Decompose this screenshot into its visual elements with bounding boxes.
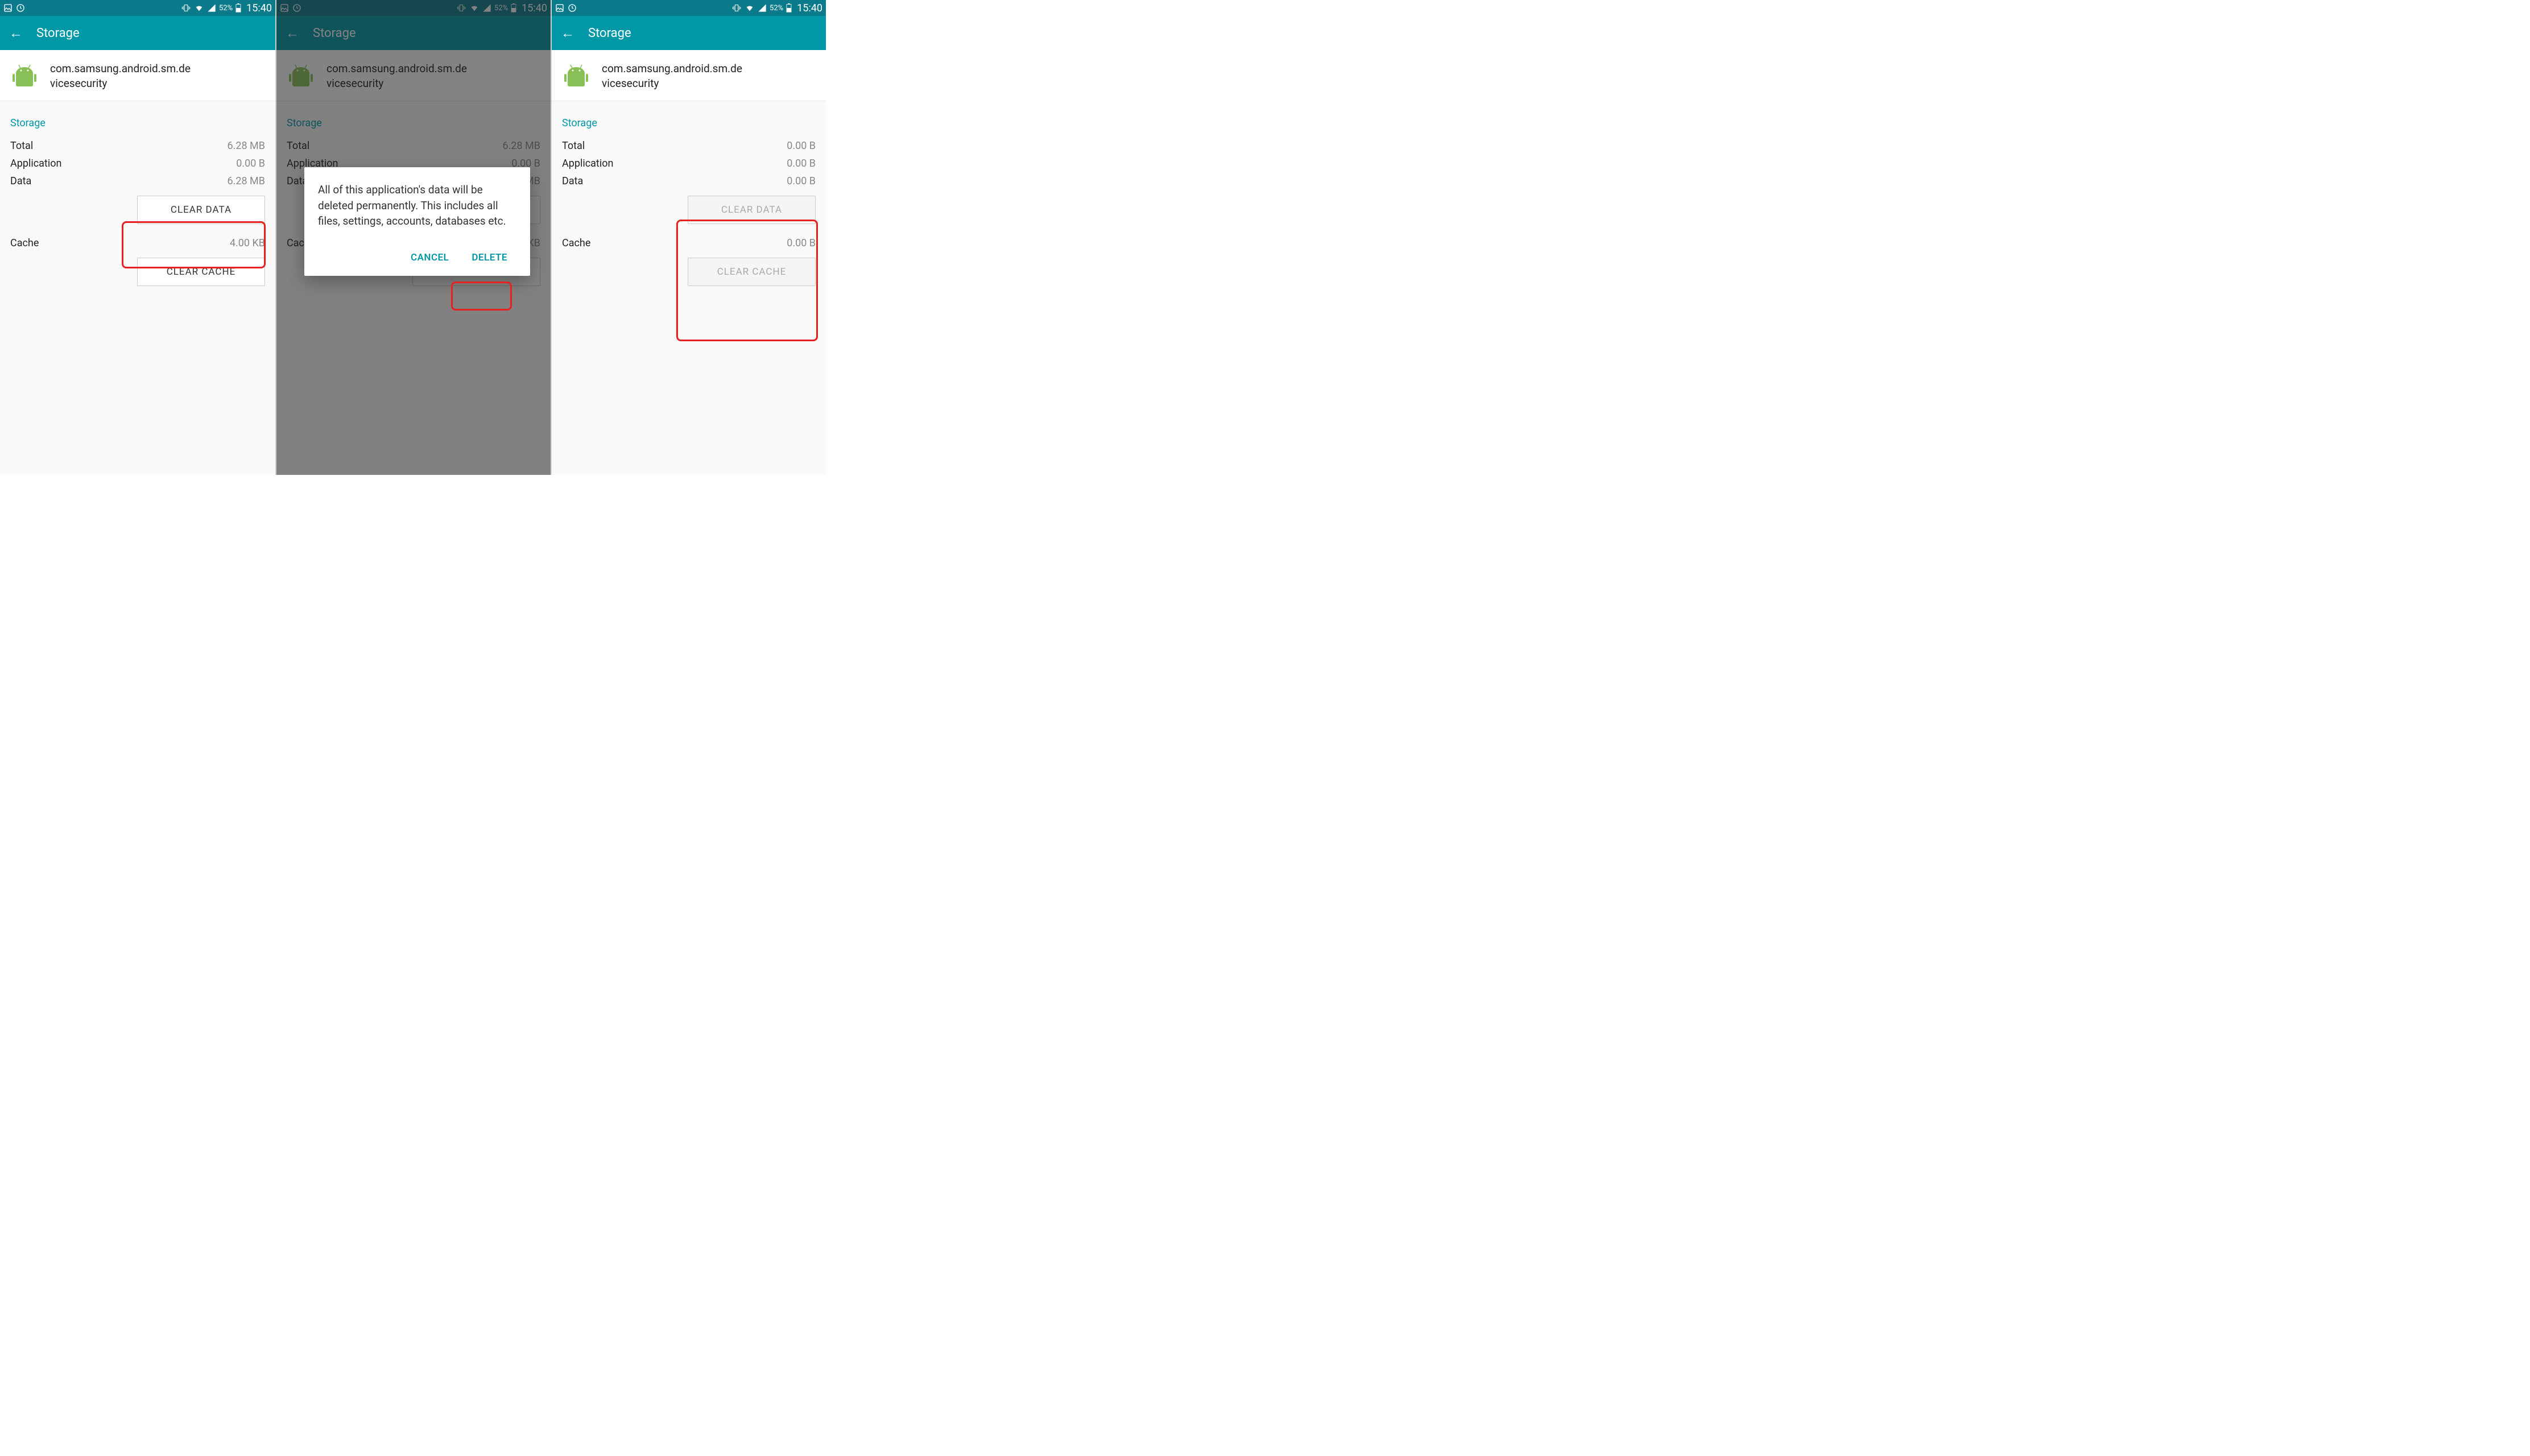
delete-button[interactable]: DELETE: [462, 245, 516, 270]
cache-value: 4.00 KB: [230, 237, 265, 249]
battery-icon: [235, 3, 241, 13]
phone-screen-3: 52% 15:40 ← Storage com.samsung.android.…: [551, 0, 826, 475]
sync-icon: [16, 3, 25, 13]
clear-cache-button[interactable]: CLEAR CACHE: [137, 258, 265, 286]
cache-row: Cache 4.00 KB: [0, 234, 275, 252]
wifi-icon: [745, 3, 755, 13]
total-row: Total 6.28 MB: [0, 137, 275, 155]
storage-section-label: Storage: [552, 101, 826, 137]
app-bar: ← Storage: [552, 16, 826, 50]
vibrate-icon: [731, 3, 742, 13]
application-row: Application 0.00 B: [552, 155, 826, 172]
dialog-message: All of this application's data will be d…: [318, 182, 516, 229]
status-time: 15:40: [246, 2, 272, 14]
back-arrow-icon[interactable]: ←: [9, 25, 23, 42]
application-value: 0.00 B: [236, 158, 265, 169]
wifi-icon: [194, 3, 204, 13]
cancel-button[interactable]: CANCEL: [402, 245, 458, 270]
total-value: 6.28 MB: [228, 140, 266, 152]
status-bar: 52% 15:40: [0, 0, 275, 16]
status-bar: 52% 15:40: [552, 0, 826, 16]
app-header: com.samsung.android.sm.de vicesecurity: [552, 50, 826, 101]
image-icon: [3, 3, 13, 13]
application-value: 0.00 B: [787, 158, 816, 169]
data-value: 0.00 B: [787, 175, 816, 187]
phone-screen-2: 52% 15:40 ← Storage com.samsung.android.…: [275, 0, 551, 475]
app-bar: ← Storage: [0, 16, 275, 50]
image-icon: [555, 3, 564, 13]
page-title: Storage: [36, 26, 80, 40]
app-header: com.samsung.android.sm.de vicesecurity: [0, 50, 275, 101]
data-row: Data 0.00 B: [552, 172, 826, 190]
phone-screen-1: 52% 15:40 ← Storage com.samsung.android.…: [0, 0, 275, 475]
app-package-name: com.samsung.android.sm.de vicesecurity: [50, 61, 191, 90]
android-app-icon: [562, 64, 590, 88]
confirm-delete-dialog: All of this application's data will be d…: [304, 167, 530, 276]
clear-data-button: CLEAR DATA: [688, 196, 816, 224]
signal-icon: [207, 3, 216, 13]
cache-row: Cache 0.00 B: [552, 234, 826, 252]
android-app-icon: [10, 64, 39, 88]
sync-icon: [568, 3, 577, 13]
battery-percent: 52%: [770, 4, 783, 13]
total-row: Total 0.00 B: [552, 137, 826, 155]
cache-value: 0.00 B: [787, 237, 816, 249]
page-title: Storage: [588, 26, 631, 40]
clear-data-button[interactable]: CLEAR DATA: [137, 196, 265, 224]
status-time: 15:40: [797, 2, 822, 14]
total-value: 0.00 B: [787, 140, 816, 152]
battery-icon: [786, 3, 792, 13]
application-row: Application 0.00 B: [0, 155, 275, 172]
back-arrow-icon[interactable]: ←: [561, 25, 574, 42]
data-row: Data 6.28 MB: [0, 172, 275, 190]
storage-section-label: Storage: [0, 101, 275, 137]
signal-icon: [758, 3, 767, 13]
clear-cache-button: CLEAR CACHE: [688, 258, 816, 286]
app-package-name: com.samsung.android.sm.de vicesecurity: [602, 61, 742, 90]
vibrate-icon: [181, 3, 191, 13]
battery-percent: 52%: [219, 4, 233, 13]
data-value: 6.28 MB: [228, 175, 266, 187]
